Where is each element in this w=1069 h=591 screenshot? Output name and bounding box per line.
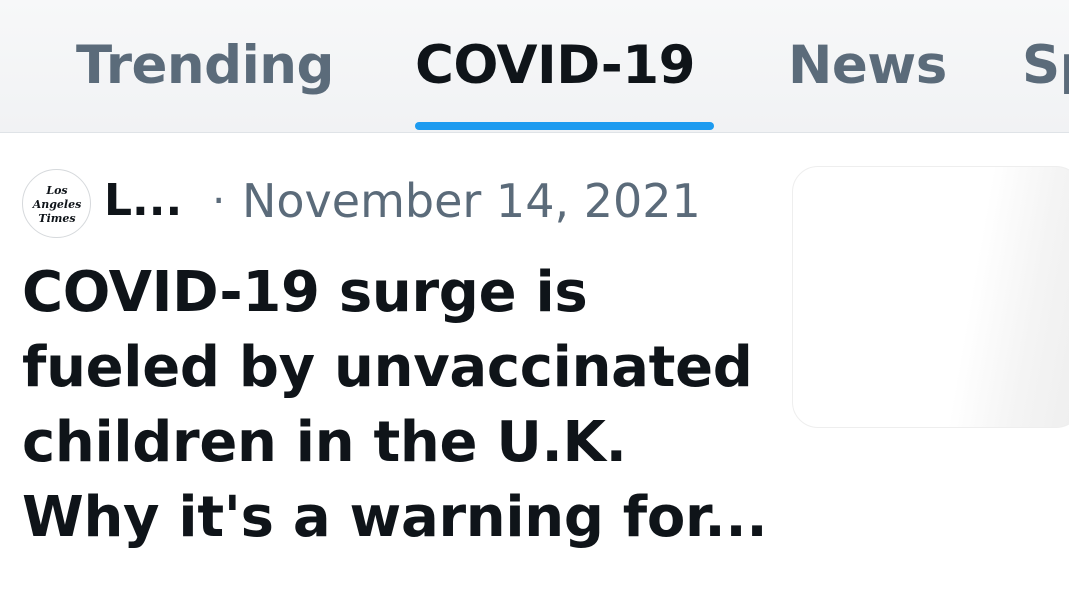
tab-covid-19[interactable]: COVID-19 xyxy=(415,34,696,98)
headline-line: Why it's a warning for... xyxy=(22,485,768,550)
article-thumbnail[interactable] xyxy=(792,166,1069,428)
source-avatar[interactable]: Los Angeles Times xyxy=(22,169,91,238)
article-headline[interactable]: COVID-19 surge is fueled by unvaccinated… xyxy=(22,255,782,555)
separator-dot: · xyxy=(212,176,226,225)
headline-line: COVID-19 surge is xyxy=(22,260,588,325)
article-date: November 14, 2021 xyxy=(242,174,701,228)
tab-bar: Trending COVID-19 News Sp xyxy=(0,0,1069,133)
tab-sports[interactable]: Sp xyxy=(1022,34,1069,98)
svg-text:Los: Los xyxy=(45,184,67,197)
trend-article-card[interactable]: Los Angeles Times L... · November 14, 20… xyxy=(0,133,1069,591)
tab-trending[interactable]: Trending xyxy=(76,34,334,98)
headline-line: children in the U.K. xyxy=(22,410,627,475)
svg-text:Times: Times xyxy=(38,212,75,225)
headline-line: fueled by unvaccinated xyxy=(22,335,753,400)
tab-news[interactable]: News xyxy=(788,34,947,98)
source-name[interactable]: L... xyxy=(104,171,182,231)
svg-text:Angeles: Angeles xyxy=(31,198,81,211)
los-angeles-times-logo: Los Angeles Times xyxy=(31,184,81,225)
active-tab-indicator xyxy=(415,122,714,130)
